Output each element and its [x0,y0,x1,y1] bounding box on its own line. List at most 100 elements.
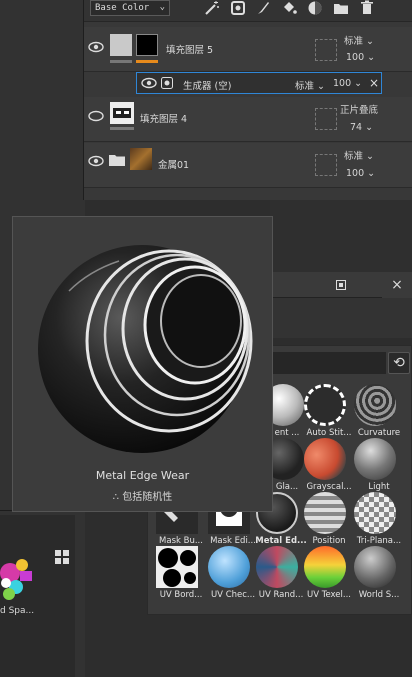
channel-select[interactable]: Base Color ⌄ [90,0,170,16]
mask-slot[interactable] [315,39,337,61]
mask-slot[interactable] [315,154,337,176]
asset-thumbnail [354,384,396,426]
close-icon[interactable]: × [369,76,379,90]
random-seed-icon: ∴ [112,492,120,503]
opacity-value[interactable]: 100 ⌄ [333,78,362,89]
refresh-icon[interactable]: ⟲ [388,352,410,374]
asset-item[interactable]: UV Texel... [302,546,351,606]
asset-item[interactable]: UV Chec... [206,546,255,606]
preview-subtitle: ∴ 包括随机性 [112,492,173,503]
asset-item[interactable]: Position [302,492,350,552]
grid-view-icon[interactable] [55,550,69,564]
asset-thumbnail [354,492,396,534]
chevron-down-icon: ⌄ [367,168,376,179]
eye-visibility-icon[interactable] [88,41,104,53]
chevron-down-icon: ⌄ [354,78,363,89]
asset-item[interactable]: Light [352,438,400,498]
undock-icon[interactable] [336,280,346,290]
generator-row[interactable]: 生成器 (空) 标准 ⌄ 100 ⌄ × [136,72,382,94]
blend-mode[interactable]: 标准 ⌄ [295,78,325,92]
asset-label: Light [368,482,390,492]
layers-toolbar: Base Color ⌄ [84,0,412,22]
layers-panel: Base Color ⌄ 填充图层 5 标准 ⌄ 100 ⌄ 生成器 (空) 标… [83,0,412,200]
asset-item[interactable]: Curvature [352,384,400,444]
asset-label: Auto Stit... [306,428,352,438]
layer-name: 金属01 [158,160,190,171]
left-asset-label: d Spa... [0,606,35,616]
generator-icon [161,77,173,89]
chevron-down-icon: ⌄ [365,122,374,133]
asset-thumbnail [304,492,346,534]
paint-brush-icon[interactable] [255,0,271,16]
asset-label: UV Chec... [210,590,256,600]
asset-label: Position [312,536,346,546]
folder-icon [109,154,125,166]
material-sphere-preview [29,231,255,457]
chevron-down-icon: ⌄ [317,81,326,92]
properties-body [270,298,412,338]
blend-mode[interactable]: 标准 ⌄ [344,148,374,162]
eye-visibility-icon[interactable] [88,155,104,167]
folder-thumbnail [130,148,152,170]
asset-label: Tri-Plana... [356,536,402,546]
asset-thumbnail [256,546,298,588]
shelf-search-input[interactable] [268,352,386,374]
left-asset-thumbnail[interactable] [0,553,36,603]
asset-thumbnail [156,546,198,588]
asset-label: Mask Edi... [210,536,256,546]
asset-label: UV Bord... [159,590,203,600]
asset-thumbnail [304,546,346,588]
eye-visibility-icon[interactable] [141,77,157,89]
asset-item[interactable]: UV Rand... [254,546,303,606]
chevron-down-icon: ⌄ [366,151,375,162]
opacity-value[interactable]: 100 ⌄ [346,168,375,179]
add-effect-icon[interactable] [230,0,246,16]
blend-mode[interactable]: 标准 ⌄ [344,33,374,47]
asset-label: Curvature [357,428,401,438]
chevron-down-icon: ⌄ [159,2,165,12]
smart-material-icon[interactable] [307,0,323,16]
layer-thumbnail-bar [110,127,134,130]
layer-thumbnail [110,102,134,124]
asset-label: UV Texel... [306,590,352,600]
opacity-value[interactable]: 100 ⌄ [346,52,375,63]
mask-slot[interactable] [315,108,337,130]
asset-label: World S... [358,590,400,600]
chevron-down-icon: ⌄ [366,36,375,47]
blend-mode[interactable]: 正片叠底 [340,102,378,116]
properties-header [270,272,382,298]
layer-row-fill-4[interactable]: 填充图层 4 正片叠底 74 ⌄ [84,97,412,142]
asset-item[interactable]: UV Bord... [154,546,202,606]
trash-icon[interactable] [359,0,375,16]
asset-item[interactable]: World S... [352,546,400,606]
opacity-value[interactable]: 74 ⌄ [350,122,373,133]
asset-thumbnail [304,438,346,480]
asset-label: Grayscal... [306,482,352,492]
layer-thumbnail [110,34,132,56]
layer-name: 填充图层 5 [166,45,214,56]
channel-select-value: Base Color [95,3,150,13]
magic-wand-icon[interactable] [204,0,220,16]
asset-label: UV Rand... [258,590,304,600]
asset-item[interactable]: Auto Stit... [302,384,351,444]
properties-panel-area [270,200,412,272]
asset-thumbnail [208,546,250,588]
material-preview-tooltip: Metal Edge Wear ∴ 包括随机性 [12,216,273,512]
preview-title: Metal Edge Wear [95,469,190,482]
layer-mask-thumbnail[interactable] [136,34,158,56]
generator-name: 生成器 (空) [183,81,232,92]
asset-item[interactable]: Tri-Plana... [352,492,401,552]
asset-label: Metal Ed... [255,536,307,546]
layer-row-metal-folder[interactable]: 金属01 标准 ⌄ 100 ⌄ [84,143,412,188]
layer-row-fill-5[interactable]: 填充图层 5 标准 ⌄ 100 ⌄ [84,27,412,72]
chevron-down-icon: ⌄ [367,52,376,63]
asset-label: Mask Bu... [159,536,203,546]
eye-visibility-icon[interactable] [88,110,104,122]
asset-thumbnail [354,438,396,480]
folder-icon[interactable] [333,0,349,16]
asset-thumbnail [304,384,346,426]
asset-item[interactable]: Grayscal... [302,438,352,498]
fill-bucket-icon[interactable] [281,0,297,16]
mask-active-bar [136,60,158,63]
close-panel-icon[interactable]: × [382,272,412,298]
